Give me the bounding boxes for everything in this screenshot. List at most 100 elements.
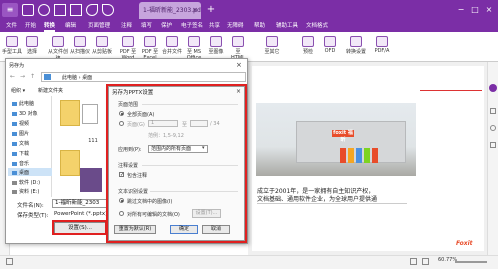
close-icon[interactable]: ×	[236, 88, 241, 95]
new-tab-icon[interactable]: +	[206, 5, 216, 15]
menu-accessibility[interactable]: 无障碍	[227, 21, 244, 32]
menu-share[interactable]: 共享	[209, 21, 220, 32]
up-arrow-icon[interactable]: ↑	[30, 73, 35, 80]
zoom-slider[interactable]	[455, 261, 487, 263]
color-stripe	[372, 148, 378, 163]
view-mode-icon[interactable]	[410, 258, 417, 265]
from-clipboard-button[interactable]: 从剪贴板	[92, 36, 112, 60]
pdfa-button[interactable]: PDF/A	[372, 36, 392, 60]
reset-default-button[interactable]: 重置为默认(R)	[114, 225, 156, 234]
menu-convert[interactable]: 转换	[44, 21, 56, 32]
fit-page-icon[interactable]	[422, 258, 429, 265]
convert-settings-button[interactable]: 转换设置	[346, 36, 366, 60]
nav-this-pc[interactable]: 此电脑	[12, 100, 52, 107]
redo-icon[interactable]	[102, 4, 114, 16]
color-stripe	[356, 148, 362, 163]
nav-pictures[interactable]: 图片	[12, 130, 52, 137]
nav-documents[interactable]: 文档	[12, 140, 52, 147]
filetype-select[interactable]: PowerPoint (*.pptx)	[54, 211, 107, 217]
from-scanner-button[interactable]: 从扫描仪	[70, 36, 90, 60]
menu-page-manage[interactable]: 页面管理	[88, 21, 110, 32]
menu-comment[interactable]: 注释	[121, 21, 132, 32]
forward-arrow-icon[interactable]: →	[20, 73, 25, 80]
select-button[interactable]: 选择	[22, 36, 42, 60]
include-comments-checkbox[interactable]: ✓	[119, 172, 124, 178]
minimize-icon[interactable]: −	[456, 5, 466, 15]
to-image-button[interactable]: 至图像	[206, 36, 226, 60]
to-other-button[interactable]: 至其它	[262, 36, 282, 60]
cancel-button[interactable]: 取消	[202, 225, 230, 234]
color-stripe	[348, 148, 354, 163]
chevron-down-icon[interactable]: ▾	[202, 145, 205, 151]
preflight-icon	[302, 36, 314, 47]
to-html-button[interactable]: 至 HTML	[228, 36, 248, 61]
nav-label: 软件 (D:)	[19, 180, 41, 186]
pages-radio[interactable]	[119, 121, 124, 126]
video-icon	[12, 121, 17, 126]
apply-to-select[interactable]: 范围内的所有页面	[148, 145, 208, 153]
app-menu-button[interactable]: ≡	[2, 3, 18, 17]
pdf-to-excel-button[interactable]: PDF 至 Excel	[140, 36, 160, 61]
preflight-button[interactable]: 预检	[298, 36, 318, 60]
tab-close-icon[interactable]: ×	[191, 6, 199, 14]
menu-esign[interactable]: 电子签名	[181, 21, 203, 32]
ok-button[interactable]: 确定	[170, 225, 198, 234]
ocr-settings-button[interactable]: 设置(T)...	[192, 209, 221, 218]
pdf-to-word-button[interactable]: PDF 至 Word	[118, 36, 138, 61]
assistant-icon[interactable]	[489, 84, 497, 92]
save-dialog-title: 另存为	[9, 63, 25, 69]
file-icon	[52, 36, 64, 47]
menu-protect[interactable]: 保护	[161, 21, 172, 32]
close-icon[interactable]: ×	[236, 61, 242, 69]
page-thumbnail-icon[interactable]	[6, 258, 13, 265]
address-path[interactable]: 此电脑 › 桌面	[62, 74, 92, 81]
properties-icon[interactable]	[490, 142, 496, 148]
ocr-radio[interactable]	[119, 211, 124, 216]
open-icon[interactable]	[38, 4, 50, 16]
file-thumbnail-icon[interactable]	[82, 104, 98, 124]
folder-icon[interactable]	[60, 100, 80, 126]
nav-music[interactable]: 音乐	[12, 160, 52, 167]
organize-button[interactable]: 组织 ▾	[11, 87, 25, 94]
back-arrow-icon[interactable]: ←	[10, 73, 15, 80]
nav-drive-d[interactable]: 软件 (D:)	[12, 179, 52, 186]
hand-tool-button[interactable]: 手型工具	[2, 36, 22, 60]
skip-ocr-radio[interactable]	[119, 198, 124, 203]
undo-icon[interactable]	[86, 4, 98, 16]
menu-edit[interactable]: 编辑	[65, 21, 76, 32]
nav-videos[interactable]: 视频	[12, 120, 52, 127]
folder-icon[interactable]	[60, 150, 80, 176]
nav-label: 文档	[19, 141, 30, 147]
panel-icon[interactable]	[490, 108, 496, 114]
image-thumbnail[interactable]	[80, 168, 102, 192]
menu-tools[interactable]: 辅助工具	[276, 21, 298, 32]
to-ms-office-button[interactable]: 至 MS Office	[184, 36, 204, 61]
from-file-button[interactable]: 从文件创建	[48, 36, 68, 62]
menu-home[interactable]: 开始	[25, 21, 36, 32]
ofd-icon	[324, 36, 336, 47]
save-icon[interactable]	[54, 4, 66, 16]
apply-to-label: 应用到(P):	[118, 147, 142, 153]
ofd-button[interactable]: OFD	[320, 36, 340, 60]
nav-drive-e[interactable]: 资料 (E:)	[12, 188, 52, 195]
menu-file[interactable]: 文件	[6, 21, 17, 32]
nav-desktop[interactable]: 桌面	[12, 169, 52, 176]
nav-downloads[interactable]: 下载	[12, 150, 52, 157]
file-icon[interactable]	[22, 4, 34, 16]
all-pages-radio[interactable]	[119, 111, 124, 116]
menu-help[interactable]: 帮助	[254, 21, 265, 32]
clipboard-icon	[96, 36, 108, 47]
nav-3d-objects[interactable]: 3D 对象	[12, 110, 52, 117]
combine-files-button[interactable]: 合并文件	[162, 36, 182, 60]
close-window-icon[interactable]: ×	[484, 5, 494, 15]
menu-fill[interactable]: 填写	[141, 21, 152, 32]
page-accent-line	[420, 90, 482, 91]
page-to-input[interactable]	[190, 120, 208, 127]
maximize-icon[interactable]: □	[470, 5, 480, 15]
search-icon[interactable]	[490, 125, 496, 131]
page-from-input[interactable]: 1	[148, 120, 178, 127]
nav-label: 3D 对象	[19, 111, 38, 117]
menu-doc-format[interactable]: 文档格式	[306, 21, 328, 32]
print-icon[interactable]	[70, 4, 82, 16]
new-folder-button[interactable]: 新建文件夹	[38, 87, 63, 94]
